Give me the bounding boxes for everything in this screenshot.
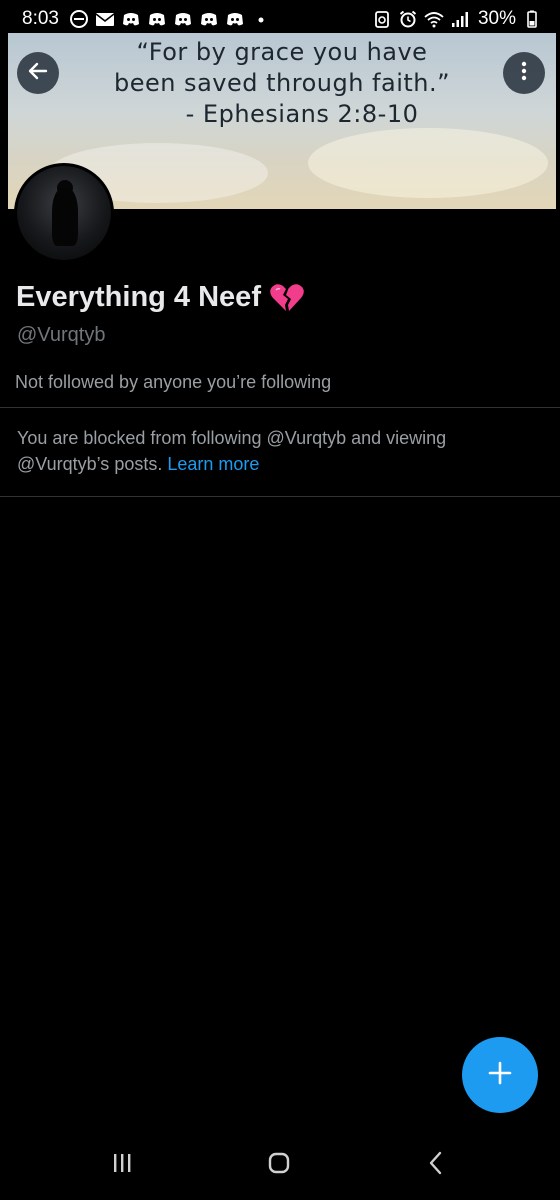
back-button[interactable] (17, 52, 59, 94)
battery-icon (522, 9, 542, 29)
learn-more-link[interactable]: Learn more (167, 454, 259, 474)
plus-icon (486, 1059, 514, 1092)
discord-icon (225, 9, 245, 29)
dot-icon (251, 9, 271, 29)
display-name-row: Everything 4 Neef (16, 281, 305, 314)
do-not-disturb-icon (69, 9, 89, 29)
profile-handle: @Vurqtyb (17, 324, 106, 346)
nav-back-button[interactable] (416, 1150, 456, 1180)
alarm-icon (398, 9, 418, 29)
divider (0, 407, 560, 408)
discord-icon (121, 9, 141, 29)
more-options-button[interactable] (503, 52, 545, 94)
profile-screen: 8:03 30% “For by grace you have been sav… (0, 0, 560, 1200)
nav-back-icon (421, 1148, 451, 1183)
discord-icon (199, 9, 219, 29)
signal-icon (450, 9, 470, 29)
wifi-icon (424, 9, 444, 29)
avatar[interactable] (14, 163, 114, 263)
battery-percent: 30% (477, 8, 516, 29)
home-button[interactable] (259, 1150, 299, 1180)
recent-apps-button[interactable] (102, 1150, 142, 1180)
banner-cloud (308, 128, 548, 198)
banner-quote-line: been saved through faith.” (113, 69, 451, 97)
divider (0, 496, 560, 497)
followed-by-text: Not followed by anyone you’re following (15, 372, 332, 392)
discord-icon (147, 9, 167, 29)
sync-icon (372, 9, 392, 29)
status-bar-right: 30% (372, 8, 542, 30)
avatar-figure (52, 188, 78, 246)
compose-post-button[interactable] (462, 1037, 538, 1113)
status-time: 8:03 (22, 8, 59, 29)
banner-quote-line: “For by grace you have (136, 38, 428, 66)
recent-apps-icon (107, 1148, 137, 1183)
broken-heart-icon (269, 282, 305, 314)
system-nav-bar (0, 1130, 560, 1200)
more-vertical-icon (512, 59, 536, 88)
banner-quote: “For by grace you have been saved throug… (8, 37, 556, 130)
home-icon (264, 1148, 294, 1183)
display-name: Everything 4 Neef (16, 281, 261, 313)
arrow-left-icon (26, 59, 50, 88)
blocked-notice: You are blocked from following @Vurqtyb … (17, 425, 537, 477)
mail-icon (95, 9, 115, 29)
discord-icon (173, 9, 193, 29)
status-bar-left: 8:03 (22, 8, 271, 30)
banner-reference: - Ephesians 2:8-10 (185, 100, 419, 128)
